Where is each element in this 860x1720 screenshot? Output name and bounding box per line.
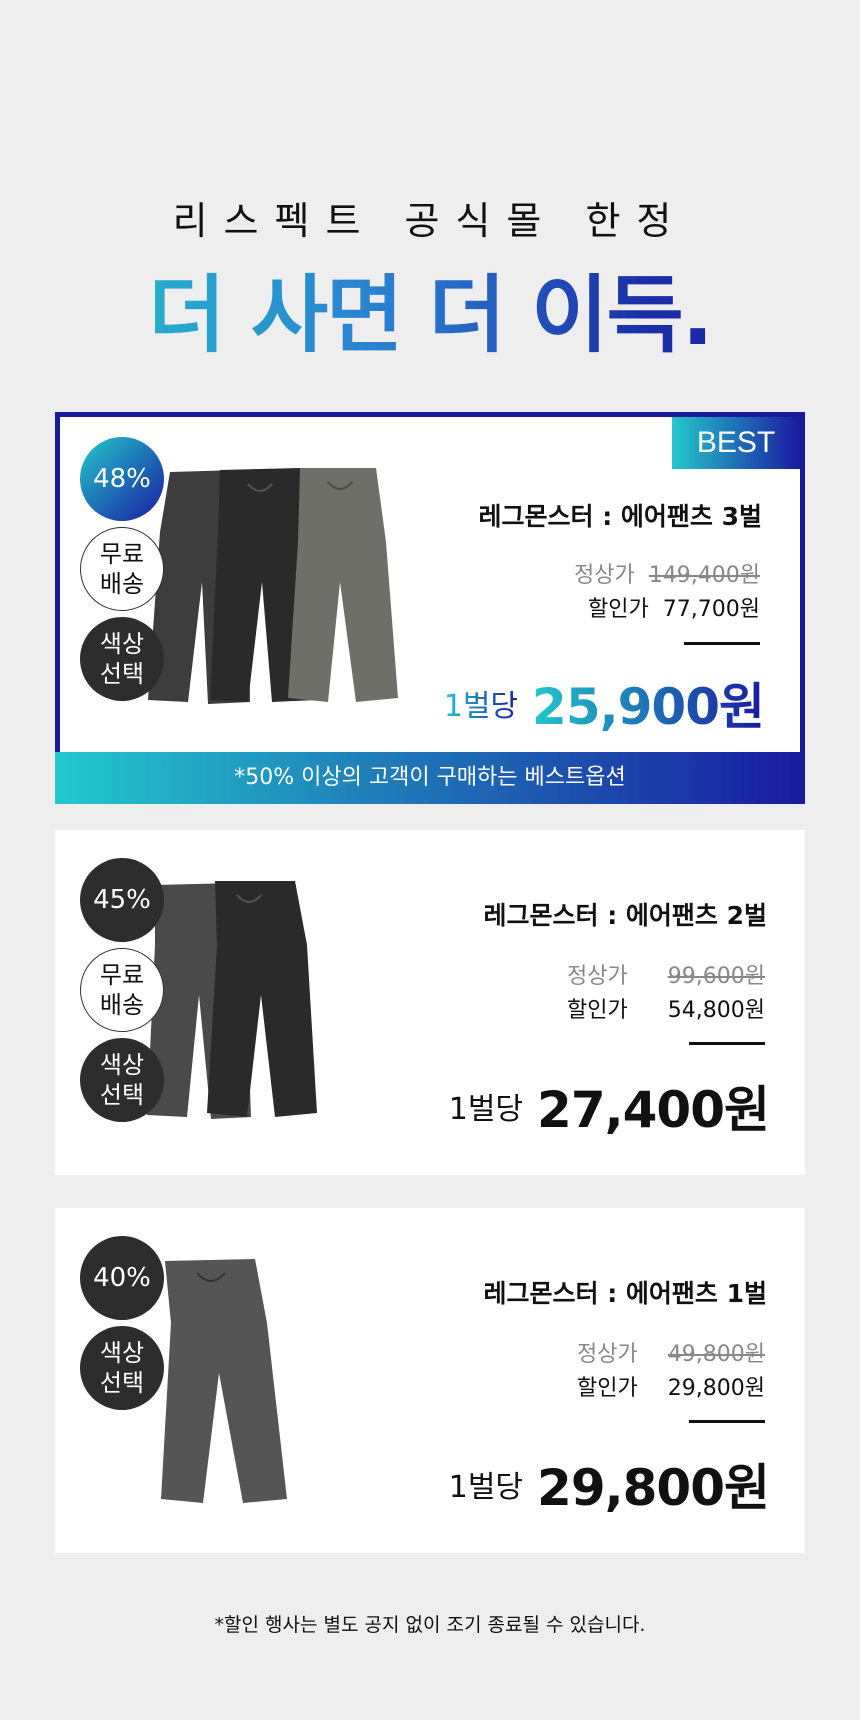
discount-badge: 45% xyxy=(80,858,164,942)
original-price-row: 정상가 49,800원 xyxy=(577,1336,765,1368)
price-divider xyxy=(689,1042,765,1045)
product-card-3pack[interactable]: BEST 48% 무료 배송 색상 선택 레그몬스터 : 에어팬츠 3벌 정상가… xyxy=(55,412,805,804)
product-card-1pack[interactable]: 40% 색상 선택 레그몬스터 : 에어팬츠 1벌 정상가 49,800원 할인가… xyxy=(55,1208,805,1553)
page-subtitle: 리스펙트 공식몰 한정 xyxy=(172,199,688,243)
pants-image-2pack xyxy=(147,881,317,1119)
original-price-label: 정상가 xyxy=(574,563,635,588)
per-unit-price: 29,800원 xyxy=(537,1459,770,1517)
product-name: 레그몬스터 : 에어팬츠 2벌 xyxy=(483,901,767,930)
product-name: 레그몬스터 : 에어팬츠 1벌 xyxy=(483,1279,767,1308)
color-select-badge: 색상 선택 xyxy=(80,1326,164,1410)
sale-price: 77,700원 xyxy=(662,597,760,622)
per-unit-label: 1벌당 xyxy=(448,1470,524,1505)
original-price: 149,400원 xyxy=(648,563,760,588)
original-price-label: 정상가 xyxy=(567,964,628,989)
discount-badge: 40% xyxy=(80,1236,164,1320)
sale-price: 54,800원 xyxy=(667,998,765,1023)
per-unit-price-row: 1벌당 29,800원 xyxy=(448,1448,770,1520)
product-name: 레그몬스터 : 에어팬츠 3벌 xyxy=(478,502,762,531)
best-tag: BEST xyxy=(672,417,800,469)
sale-price-row: 할인가 54,800원 xyxy=(567,992,765,1024)
price-divider xyxy=(684,642,760,645)
price-divider xyxy=(689,1420,765,1423)
original-price: 49,800원 xyxy=(667,1342,765,1367)
sale-price-row: 할인가 77,700원 xyxy=(588,591,760,623)
per-unit-price-row: 1벌당 25,900원 xyxy=(443,667,765,739)
product-card-2pack[interactable]: 45% 무료 배송 색상 선택 레그몬스터 : 에어팬츠 2벌 정상가 99,60… xyxy=(55,830,805,1175)
sale-price: 29,800원 xyxy=(667,1376,765,1401)
per-unit-label: 1벌당 xyxy=(443,689,519,724)
per-unit-price: 25,900원 xyxy=(532,678,765,736)
disclaimer-note: *할인 행사는 별도 공지 없이 조기 종료될 수 있습니다. xyxy=(214,1614,646,1636)
original-price: 99,600원 xyxy=(667,964,765,989)
pants-image-3pack xyxy=(148,468,398,704)
free-shipping-badge: 무료 배송 xyxy=(80,527,164,611)
per-unit-price: 27,400원 xyxy=(537,1081,770,1139)
page-headline: 더 사면 더 이득. xyxy=(0,248,860,369)
discount-badge: 48% xyxy=(80,437,164,521)
per-unit-price-row: 1벌당 27,400원 xyxy=(448,1070,770,1142)
color-select-badge: 색상 선택 xyxy=(80,617,164,701)
free-shipping-badge: 무료 배송 xyxy=(80,948,164,1032)
sale-price-label: 할인가 xyxy=(567,998,628,1023)
original-price-row: 정상가 99,600원 xyxy=(567,958,765,990)
sale-price-row: 할인가 29,800원 xyxy=(577,1370,765,1402)
per-unit-label: 1벌당 xyxy=(448,1092,524,1127)
color-select-badge: 색상 선택 xyxy=(80,1038,164,1122)
sale-price-label: 할인가 xyxy=(577,1376,638,1401)
sale-price-label: 할인가 xyxy=(588,597,649,622)
original-price-row: 정상가 149,400원 xyxy=(574,557,760,589)
original-price-label: 정상가 xyxy=(577,1342,638,1367)
best-option-banner: *50% 이상의 고객이 구매하는 베스트옵션 xyxy=(55,752,805,804)
